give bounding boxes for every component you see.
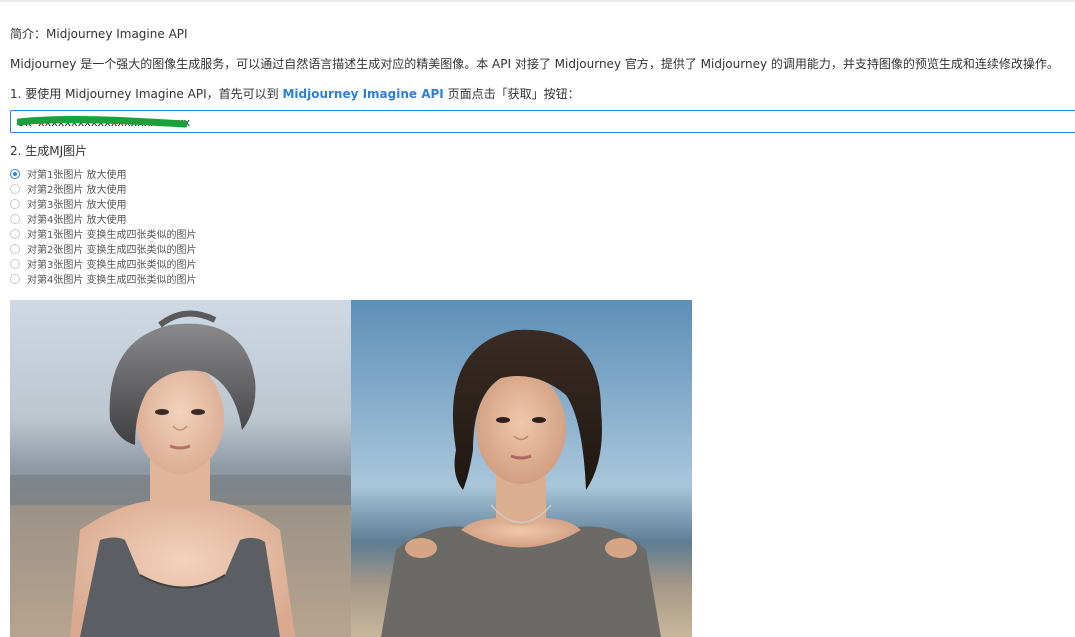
option-label: 对第2张图片 放大使用: [27, 185, 127, 196]
radio-button[interactable]: [10, 168, 20, 179]
api-page-link[interactable]: Midjourney Imagine API: [282, 87, 443, 101]
generated-image-1[interactable]: [10, 300, 351, 637]
option-upscale-3[interactable]: 对第3张图片 放大使用: [10, 196, 197, 211]
radio-button[interactable]: [10, 228, 20, 239]
radio-button[interactable]: [10, 273, 20, 284]
intro-api-name: Midjourney Imagine API: [46, 27, 188, 41]
radio-button[interactable]: [10, 183, 20, 194]
option-variation-1[interactable]: 对第1张图片 变换生成四张类似的图片: [10, 226, 197, 241]
option-label: 对第4张图片 变换生成四张类似的图片: [27, 275, 197, 286]
step1-prefix: 1. 要使用 Midjourney Imagine API，首先可以到: [10, 87, 283, 101]
option-variation-3[interactable]: 对第3张图片 变换生成四张类似的图片: [10, 256, 197, 271]
intro-label: 简介：: [10, 27, 47, 41]
step2-title: 2. 生成MJ图片: [10, 144, 88, 158]
option-upscale-1[interactable]: 对第1张图片 放大使用: [10, 166, 197, 181]
radio-button[interactable]: [10, 213, 20, 224]
generated-image-2[interactable]: [351, 300, 692, 637]
option-label: 对第2张图片 变换生成四张类似的图片: [27, 245, 197, 256]
radio-button[interactable]: [10, 243, 20, 254]
option-label: 对第3张图片 放大使用: [27, 200, 127, 211]
description-text: Midjourney 是一个强大的图像生成服务，可以通过自然语言描述生成对应的精…: [10, 57, 1059, 71]
step1-instruction: 1. 要使用 Midjourney Imagine API，首先可以到 Midj…: [10, 86, 580, 102]
token-input-container[interactable]: [10, 110, 1075, 133]
token-input[interactable]: [18, 114, 1058, 130]
option-label: 对第4张图片 放大使用: [27, 215, 127, 226]
option-label: 对第1张图片 变换生成四张类似的图片: [27, 230, 197, 241]
generated-image-grid: [10, 300, 692, 637]
action-options: 对第1张图片 放大使用 对第2张图片 放大使用 对第3张图片 放大使用 对第4张…: [10, 166, 197, 286]
step1-suffix: 页面点击「获取」按钮：: [443, 87, 580, 101]
option-upscale-4[interactable]: 对第4张图片 放大使用: [10, 211, 197, 226]
page-content: 简介：Midjourney Imagine API Midjourney 是一个…: [10, 0, 1075, 637]
radio-button[interactable]: [10, 198, 20, 209]
option-variation-2[interactable]: 对第2张图片 变换生成四张类似的图片: [10, 241, 197, 256]
radio-button[interactable]: [10, 258, 20, 269]
option-label: 对第1张图片 放大使用: [27, 170, 127, 181]
option-label: 对第3张图片 变换生成四张类似的图片: [27, 260, 197, 271]
option-variation-4[interactable]: 对第4张图片 变换生成四张类似的图片: [10, 271, 197, 286]
option-upscale-2[interactable]: 对第2张图片 放大使用: [10, 181, 197, 196]
intro-line: 简介：Midjourney Imagine API: [10, 26, 188, 42]
